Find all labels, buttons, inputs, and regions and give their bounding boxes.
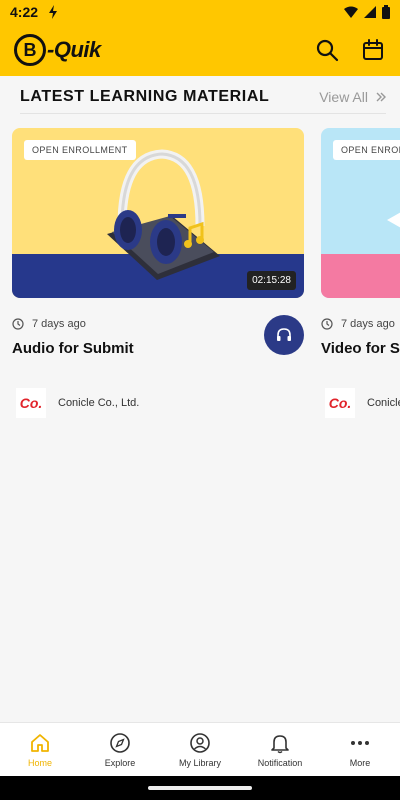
play-illustration bbox=[387, 212, 400, 228]
nav-label: More bbox=[349, 757, 371, 768]
provider-name: Conicle Co., Ltd. bbox=[58, 397, 140, 409]
compass-icon bbox=[109, 732, 131, 754]
appbar-actions bbox=[314, 37, 386, 63]
provider-name: Conicle Co., Ltd. bbox=[367, 397, 400, 409]
wifi-icon bbox=[344, 6, 358, 18]
status-bar: 4:22 bbox=[0, 0, 400, 24]
card-date: 7 days ago bbox=[341, 318, 395, 330]
card-meta: 7 days ago bbox=[12, 318, 86, 330]
battery-icon bbox=[382, 5, 390, 19]
provider[interactable]: Co. Conicle Co., Ltd. bbox=[325, 388, 400, 418]
nav-more[interactable]: More bbox=[320, 723, 400, 776]
enrollment-badge: OPEN ENROLLMENT bbox=[333, 140, 400, 160]
card-thumbnail[interactable]: OPEN ENROLLMENT 02:15:28 bbox=[12, 128, 304, 298]
card-thumbnail[interactable]: OPEN ENROLLMENT bbox=[321, 128, 400, 298]
nav-label: My Library bbox=[178, 757, 221, 768]
system-navigation-bar bbox=[0, 776, 400, 800]
more-dots-icon bbox=[349, 732, 371, 754]
nav-notification[interactable]: Notification bbox=[240, 723, 320, 776]
provider-logo: Co. bbox=[325, 388, 355, 418]
duration-label: 02:15:28 bbox=[247, 271, 296, 290]
logo-badge: B bbox=[14, 34, 46, 66]
nav-home[interactable]: Home bbox=[0, 723, 80, 776]
course-card[interactable]: OPEN ENROLLMENT 7 days ago Video for Sub… bbox=[321, 128, 400, 418]
section-header: LATEST LEARNING MATERIAL View All bbox=[20, 80, 386, 114]
nav-label: Home bbox=[27, 757, 52, 768]
status-icons bbox=[344, 5, 390, 19]
audio-type-button[interactable] bbox=[264, 315, 304, 355]
search-button[interactable] bbox=[314, 37, 340, 63]
app-screen: 4:22 B -Quik LATEST LEARNING MATERIAL Vi… bbox=[0, 0, 400, 800]
provider-logo: Co. bbox=[16, 388, 46, 418]
card-date: 7 days ago bbox=[32, 318, 86, 330]
search-icon bbox=[316, 39, 339, 62]
card-title[interactable]: Video for Submit bbox=[321, 340, 400, 357]
nav-explore[interactable]: Explore bbox=[80, 723, 160, 776]
view-all-link[interactable]: View All bbox=[319, 89, 386, 105]
bell-icon bbox=[269, 732, 291, 754]
status-time: 4:22 bbox=[10, 4, 39, 20]
card-title[interactable]: Audio for Submit bbox=[12, 340, 134, 357]
calendar-button[interactable] bbox=[360, 37, 386, 63]
headphones-phone-illustration bbox=[107, 149, 220, 280]
home-icon bbox=[29, 732, 51, 754]
nav-label: Notification bbox=[257, 757, 303, 768]
clock-icon bbox=[12, 318, 24, 330]
signal-icon bbox=[364, 6, 376, 18]
thumbnail-band bbox=[321, 254, 400, 298]
bottom-navigation: Home Explore My Library Notification Mor… bbox=[0, 722, 400, 776]
double-chevron-right-icon bbox=[376, 92, 386, 101]
app-bar: B -Quik bbox=[0, 24, 400, 76]
section-title: LATEST LEARNING MATERIAL bbox=[20, 87, 270, 105]
nav-my-library[interactable]: My Library bbox=[160, 723, 240, 776]
course-card[interactable]: OPEN ENROLLMENT 02:15:28 7 days ago Audi… bbox=[12, 128, 304, 418]
provider[interactable]: Co. Conicle Co., Ltd. bbox=[16, 388, 139, 418]
headphones-icon bbox=[277, 328, 291, 341]
calendar-icon bbox=[363, 39, 383, 60]
data-saver-icon bbox=[49, 5, 58, 19]
home-gesture-handle[interactable] bbox=[148, 786, 252, 790]
nav-label: Explore bbox=[104, 757, 136, 768]
bquik-logo[interactable]: B -Quik bbox=[14, 34, 101, 66]
clock-icon bbox=[321, 318, 333, 330]
user-circle-icon bbox=[189, 732, 211, 754]
logo-text: -Quik bbox=[47, 37, 101, 62]
card-meta: 7 days ago bbox=[321, 318, 395, 330]
enrollment-badge: OPEN ENROLLMENT bbox=[24, 140, 136, 160]
view-all-label: View All bbox=[319, 88, 368, 105]
